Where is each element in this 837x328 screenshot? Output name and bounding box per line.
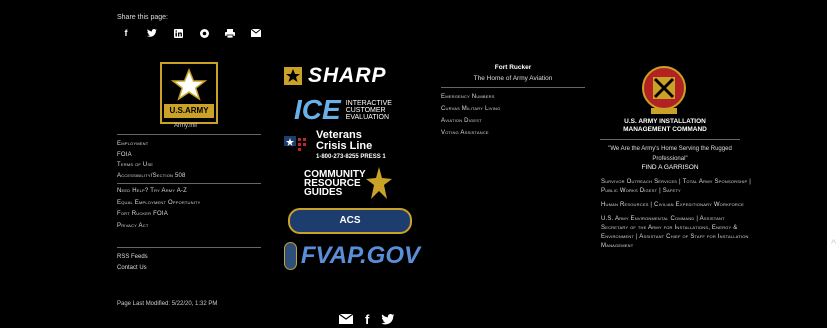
left-links-group-3: RSS Feeds Contact Us <box>117 252 148 274</box>
ice-line-1: INTERACTIVE <box>345 99 392 107</box>
imcom-links-row-3[interactable]: U.S. Army Environmental Command | Assist… <box>601 215 751 251</box>
rss-feeds-link[interactable]: RSS Feeds <box>117 252 148 263</box>
ice-line-3: EVALUATION <box>345 113 389 121</box>
imcom-logo[interactable] <box>641 64 687 116</box>
veterans-crisis-line-logo[interactable]: Veterans Crisis Line 1-800-273-8255 PRES… <box>284 128 420 163</box>
veterans-line-2: Crisis Line <box>316 139 373 152</box>
fort-rucker-foia-link[interactable]: Fort Rucker FOIA <box>117 209 201 221</box>
emergency-numbers-link[interactable]: Emergency Numbers <box>441 91 500 103</box>
twitter-icon[interactable] <box>146 28 158 38</box>
social-links: f <box>338 313 396 328</box>
site-footer: Share this page: f U.S.ARMY Army.mil Emp… <box>0 0 827 328</box>
share-label: Share this page: <box>117 14 168 21</box>
sharp-text: SHARP <box>308 64 387 87</box>
twitter-icon[interactable] <box>381 314 396 328</box>
fvap-logo[interactable]: FVAP.GOV <box>284 242 420 270</box>
fort-rucker-subtitle: The Home of Army Aviation <box>473 75 553 82</box>
divider <box>117 134 261 135</box>
army-community-service-logo[interactable]: ACS <box>284 208 420 234</box>
privacy-act-link[interactable]: Privacy Act <box>117 221 201 233</box>
divider <box>441 87 585 88</box>
us-army-logo[interactable]: U.S.ARMY <box>160 62 218 124</box>
share-icons: f <box>120 28 262 38</box>
sharp-star-icon <box>284 67 302 85</box>
veterans-text: Veterans Crisis Line 1-800-273-8255 PRES… <box>316 128 386 163</box>
divider <box>600 139 740 140</box>
accessibility-link[interactable]: Accessibility/Section 508 <box>117 171 186 182</box>
community-resource-guides-logo[interactable]: COMMUNITY RESOURCE GUIDES <box>284 166 420 200</box>
imcom-quote: "We Are the Army's Home Serving the Rugg… <box>608 146 732 162</box>
voting-assistance-link[interactable]: Voting Assistance <box>441 127 500 139</box>
facebook-icon[interactable]: f <box>365 313 369 328</box>
left-links-group-2: Need Help? Try Army A-Z Equal Employment… <box>117 186 201 232</box>
email-icon[interactable] <box>250 28 262 38</box>
terms-of-use-link[interactable]: Terms of Use <box>117 160 186 171</box>
fvap-text: FVAP.GOV <box>300 242 420 269</box>
veterans-number: 1-800-273-8255 PRESS 1 <box>316 153 386 160</box>
print-icon[interactable] <box>224 28 236 38</box>
army-a-z-link[interactable]: Need Help? Try Army A-Z <box>117 186 201 198</box>
imcom-title: U.S. ARMY INSTALLATION MANAGEMENT COMMAN… <box>623 118 707 133</box>
linkedin-icon[interactable] <box>172 28 184 38</box>
imcom-shield-icon <box>642 66 686 114</box>
dod-seal-icon <box>284 242 297 270</box>
flag-icon <box>284 136 306 151</box>
contact-us-link[interactable]: Contact Us <box>117 263 148 274</box>
ice-subtext: INTERACTIVE CUSTOMER EVALUATION <box>346 100 392 121</box>
fort-rucker-links: Emergency Numbers Curvas Military Living… <box>441 91 500 139</box>
acs-text: ACS <box>288 208 412 234</box>
sharp-logo[interactable]: SHARP <box>284 64 420 87</box>
community-line-3: GUIDES <box>304 186 343 198</box>
find-a-garrison-link[interactable]: FIND A GARRISON <box>600 164 740 171</box>
facebook-icon[interactable]: f <box>120 28 132 38</box>
eeo-link[interactable]: Equal Employment Opportunity <box>117 198 201 210</box>
ice-line-2: CUSTOMER <box>345 106 386 114</box>
aviation-digest-link[interactable]: Aviation Digest <box>441 115 500 127</box>
foia-link[interactable]: FOIA <box>117 150 186 161</box>
imcom-links-row-1[interactable]: Survivor Outreach Services | Total Army … <box>601 178 751 196</box>
veterans-line-1: Veterans <box>316 128 362 141</box>
pinterest-icon[interactable] <box>198 28 210 38</box>
ice-text: ICE <box>294 94 341 125</box>
army-mil-link[interactable]: Army.mil <box>174 123 197 129</box>
fort-rucker-title: Fort Rucker <box>494 64 532 71</box>
divider <box>117 183 261 184</box>
email-icon[interactable] <box>338 313 354 328</box>
divider <box>117 247 261 248</box>
ice-logo[interactable]: ICE INTERACTIVE CUSTOMER EVALUATION <box>284 94 420 125</box>
left-links-group-1: Employment FOIA Terms of Use Accessibili… <box>117 139 186 181</box>
star-burst-icon <box>365 167 392 199</box>
page-last-modified: Page Last Modified: 5/22/20, 1:32 PM <box>117 301 218 307</box>
military-living-link[interactable]: Curvas Military Living <box>441 103 500 115</box>
scroll-up-chevron-icon[interactable]: ^ <box>831 238 836 250</box>
army-logo-text: U.S.ARMY <box>164 104 214 118</box>
imcom-links: Survivor Outreach Services | Total Army … <box>601 178 751 256</box>
community-text: COMMUNITY RESOURCE GUIDES <box>304 169 366 198</box>
employment-link[interactable]: Employment <box>117 139 186 150</box>
army-star-icon <box>168 68 210 102</box>
imcom-links-row-2[interactable]: Human Resources | Civilian Expeditionary… <box>601 201 751 210</box>
